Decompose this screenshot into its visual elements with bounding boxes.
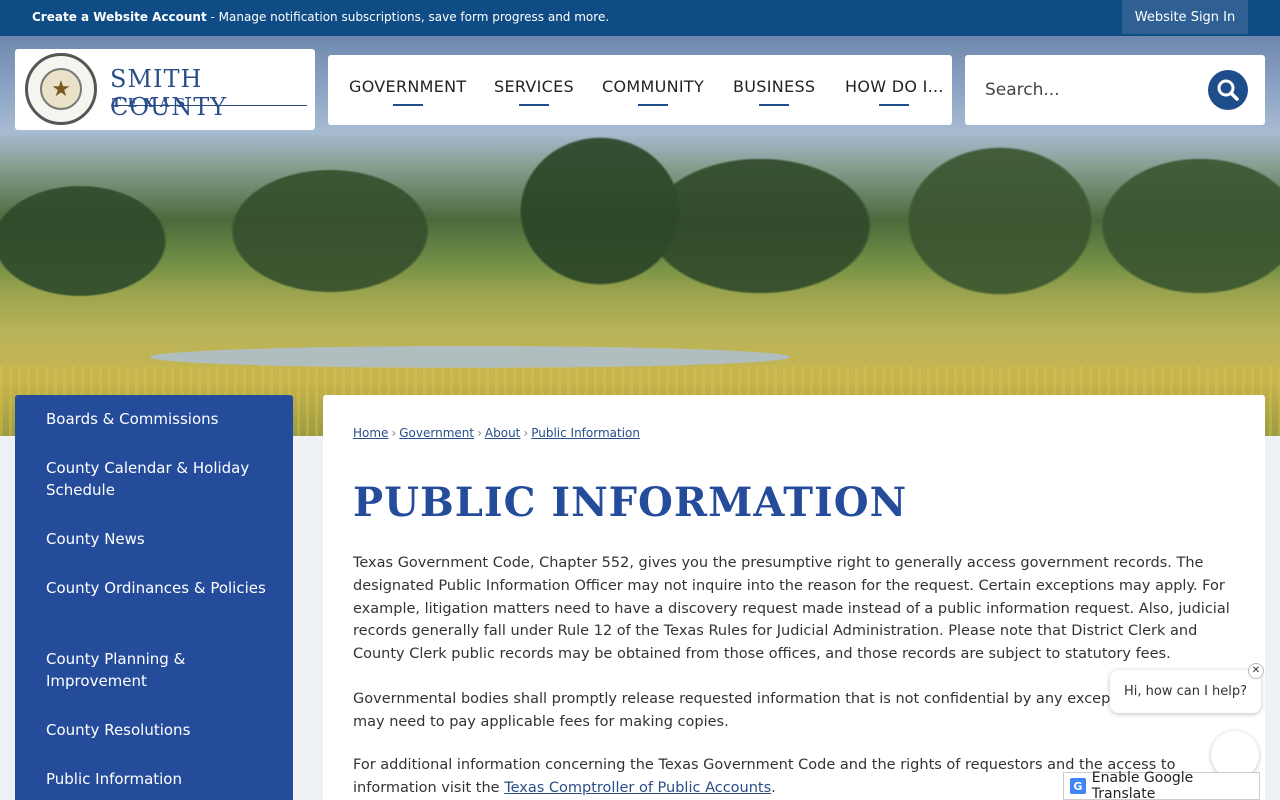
account-banner: Create a Website Account - Manage notifi… bbox=[32, 10, 609, 24]
intro-paragraph: Texas Government Code, Chapter 552, give… bbox=[353, 555, 1230, 663]
main-content: Home › Government › About › Public Information… bbox=[323, 395, 1265, 800]
sidebar-item-boards-commissions[interactable]: Boards & Commissions bbox=[46, 408, 276, 430]
sidebar-item-county-news[interactable]: County News bbox=[46, 528, 276, 550]
sidebar-item-county-ordinances[interactable]: County Ordinances & Policies bbox=[46, 577, 276, 599]
breadcrumb-home[interactable]: Home bbox=[353, 426, 388, 440]
sidebar-item-county-resolutions[interactable]: County Resolutions bbox=[46, 719, 276, 741]
nav-business[interactable]: BUSINESS bbox=[733, 77, 815, 96]
sidebar-item-county-calendar[interactable]: County Calendar & Holiday Schedule bbox=[46, 457, 276, 501]
page-title: PUBLIC INFORMATION bbox=[353, 479, 908, 526]
section-sidebar: Boards & Commissions County Calendar & H… bbox=[15, 395, 293, 800]
create-account-link[interactable]: Create a Website Account bbox=[32, 10, 207, 24]
account-banner-text: - Manage notification subscriptions, sav… bbox=[206, 10, 610, 24]
chat-greeting-bubble[interactable]: Hi, how can I help? bbox=[1110, 670, 1261, 713]
website-sign-in-button[interactable]: Website Sign In bbox=[1122, 0, 1248, 34]
search-box bbox=[965, 55, 1265, 125]
top-utility-bar: Create a Website Account - Manage notifi… bbox=[0, 0, 1280, 36]
logo-state-name: TEXAS bbox=[112, 96, 192, 110]
site-logo-link[interactable]: ★ SMITH COUNTY TEXAS bbox=[15, 49, 315, 130]
hero-trees bbox=[0, 131, 1280, 311]
search-input[interactable] bbox=[985, 75, 1205, 105]
chat-close-icon[interactable]: ✕ bbox=[1248, 663, 1264, 679]
hero-pond bbox=[150, 346, 790, 368]
breadcrumb-government[interactable]: Government bbox=[399, 426, 474, 440]
comptroller-link[interactable]: Texas Comptroller of Public Accounts bbox=[504, 780, 771, 796]
sidebar-item-county-planning[interactable]: County Planning & Improvement bbox=[46, 648, 276, 692]
sidebar-item-public-information[interactable]: Public Information bbox=[46, 768, 276, 790]
main-navigation: GOVERNMENT SERVICES COMMUNITY BUSINESS H… bbox=[328, 55, 952, 125]
breadcrumb: Home › Government › About › Public Information bbox=[353, 426, 640, 440]
search-icon bbox=[1217, 79, 1239, 101]
nav-government[interactable]: GOVERNMENT bbox=[349, 77, 467, 96]
nav-services[interactable]: SERVICES bbox=[494, 77, 574, 96]
search-button[interactable] bbox=[1208, 70, 1248, 110]
county-seal-icon: ★ bbox=[25, 53, 97, 125]
google-translate-icon: G bbox=[1070, 778, 1086, 794]
nav-how-do-i[interactable]: HOW DO I... bbox=[845, 77, 944, 96]
logo-county-name: SMITH COUNTY bbox=[110, 65, 228, 121]
breadcrumb-about[interactable]: About bbox=[485, 426, 520, 440]
translate-label: Enable Google Translate bbox=[1091, 770, 1194, 800]
release-paragraph: Governmental bodies shall promptly relea… bbox=[353, 691, 1233, 730]
google-translate-button[interactable]: G Enable Google Translate bbox=[1063, 770, 1260, 800]
breadcrumb-public-information[interactable]: Public Information bbox=[531, 426, 640, 440]
nav-community[interactable]: COMMUNITY bbox=[602, 77, 704, 96]
